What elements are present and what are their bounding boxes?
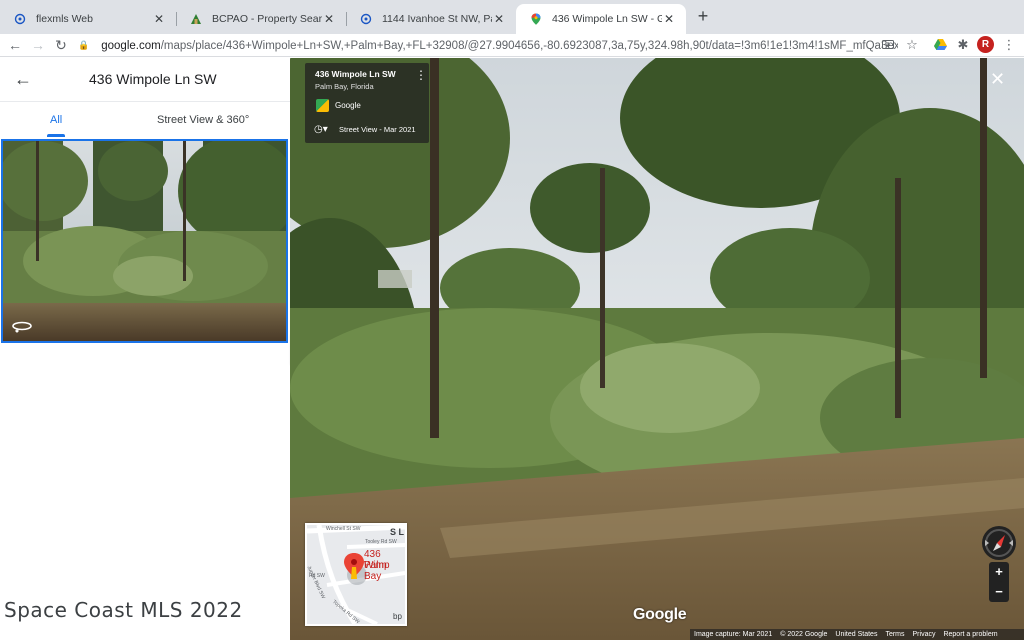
drive-extension-icon[interactable] <box>934 38 947 51</box>
tab-bcpao[interactable]: BCPAO - Property Search ✕ <box>176 4 347 34</box>
map-footer: Image capture: Mar 2021 © 2022 Google Un… <box>690 629 1024 640</box>
url-domain: google.com <box>101 39 161 52</box>
street-label: bp <box>393 612 402 621</box>
pin-label: Palm Bay <box>364 560 387 582</box>
panel-header: ← 436 Wimpole Ln SW <box>0 58 290 102</box>
street-view-info-card: 436 Wimpole Ln SW Palm Bay, Florida Goog… <box>305 63 429 143</box>
zoom-out-button[interactable]: − <box>989 582 1009 602</box>
reload-icon[interactable]: ↻ <box>51 36 71 54</box>
report-problem-link[interactable]: Report a problem <box>939 631 1001 638</box>
url-path: /maps/place/436+Wimpole+Ln+SW,+Palm+Bay,… <box>160 39 898 52</box>
extensions-puzzle-icon[interactable]: ✱ <box>953 36 973 54</box>
active-tab-indicator <box>47 134 65 137</box>
address-bar[interactable]: 🔒 google.com /maps/place/436+Wimpole+Ln+… <box>78 35 898 56</box>
street-label: Rd SW <box>309 573 325 579</box>
tab-title: 1144 Ivanhoe St NW, Palm Bay <box>382 13 492 25</box>
google-maps-favicon-icon <box>531 13 541 25</box>
capture-date: Street View - Mar 2021 <box>339 125 416 134</box>
more-options-icon[interactable]: ⋮ <box>415 69 427 81</box>
bcpao-favicon-icon <box>191 14 201 24</box>
street-view-360-icon <box>12 321 32 333</box>
photo-tabs: All Street View & 360° <box>0 102 290 138</box>
google-maps-icon <box>316 99 329 112</box>
browser-toolbar: ← → ↻ 🔒 google.com /maps/place/436+Wimpo… <box>0 34 1024 57</box>
image-capture-date: Image capture: Mar 2021 <box>694 631 773 638</box>
copyright: © 2022 Google <box>780 631 828 638</box>
compass-icon <box>985 529 1013 557</box>
street-label: S L <box>390 527 405 537</box>
tab-title: BCPAO - Property Search <box>212 13 322 25</box>
browser-menu-icon[interactable]: ⋮ <box>999 36 1019 54</box>
forward-arrow-icon[interactable]: → <box>28 36 48 54</box>
lock-icon: 🔒 <box>78 40 90 50</box>
zoom-controls: + − <box>989 562 1009 602</box>
tab-flexmls[interactable]: flexmls Web ✕ <box>0 4 177 34</box>
close-tab-icon[interactable]: ✕ <box>662 12 676 26</box>
place-title: 436 Wimpole Ln SW <box>89 71 217 87</box>
profile-avatar[interactable]: R <box>977 36 994 53</box>
thumbnail-image <box>3 141 286 341</box>
tab-wimpole-active[interactable]: 436 Wimpole Ln SW - Google ✕ <box>516 4 686 34</box>
back-arrow-icon[interactable]: ← <box>14 70 32 88</box>
bookmark-star-icon[interactable]: ☆ <box>902 36 922 54</box>
tab-ivanhoe[interactable]: 1144 Ivanhoe St NW, Palm Bay ✕ <box>346 4 516 34</box>
google-logo: Google <box>633 606 687 623</box>
street-label: Winchell St SW <box>326 526 361 532</box>
time-travel-clock-icon[interactable]: ◷▾ <box>314 124 328 135</box>
close-tab-icon[interactable]: ✕ <box>322 12 336 26</box>
new-tab-button[interactable]: + <box>694 7 712 26</box>
tab-title: 436 Wimpole Ln SW - Google <box>552 13 662 25</box>
close-tab-icon[interactable]: ✕ <box>492 12 506 26</box>
terms-link[interactable]: Terms <box>881 631 908 638</box>
privacy-link[interactable]: Privacy <box>909 631 940 638</box>
close-street-view-icon[interactable]: ✕ <box>990 70 1005 88</box>
back-arrow-icon[interactable]: ← <box>5 36 25 54</box>
card-city: Palm Bay, Florida <box>315 82 374 91</box>
card-address: 436 Wimpole Ln SW <box>315 69 396 79</box>
tab-street-view[interactable]: Street View & 360° <box>157 114 249 126</box>
photos-side-panel: ← 436 Wimpole Ln SW All Street View & 36… <box>0 58 290 640</box>
install-app-icon[interactable] <box>882 40 894 51</box>
mls-watermark: Space Coast MLS 2022 <box>4 598 243 622</box>
map-pin-favicon-icon <box>360 13 372 25</box>
tab-title: flexmls Web <box>36 13 93 25</box>
map-pin-favicon-icon <box>14 13 26 25</box>
tab-all[interactable]: All <box>50 114 62 126</box>
street-view-minimap[interactable]: Winchell St SW Tooley Rd SW Jupiter Blvd… <box>305 523 407 626</box>
street-label: Tooley Rd SW <box>365 539 397 545</box>
compass-button[interactable] <box>982 526 1016 560</box>
street-view-thumbnail[interactable] <box>1 139 288 343</box>
browser-tab-strip: flexmls Web ✕ BCPAO - Property Search ✕ … <box>0 0 1024 34</box>
country-link[interactable]: United States <box>831 631 881 638</box>
zoom-in-button[interactable]: + <box>989 562 1009 582</box>
close-tab-icon[interactable]: ✕ <box>152 12 166 26</box>
card-provider: Google <box>335 101 361 110</box>
